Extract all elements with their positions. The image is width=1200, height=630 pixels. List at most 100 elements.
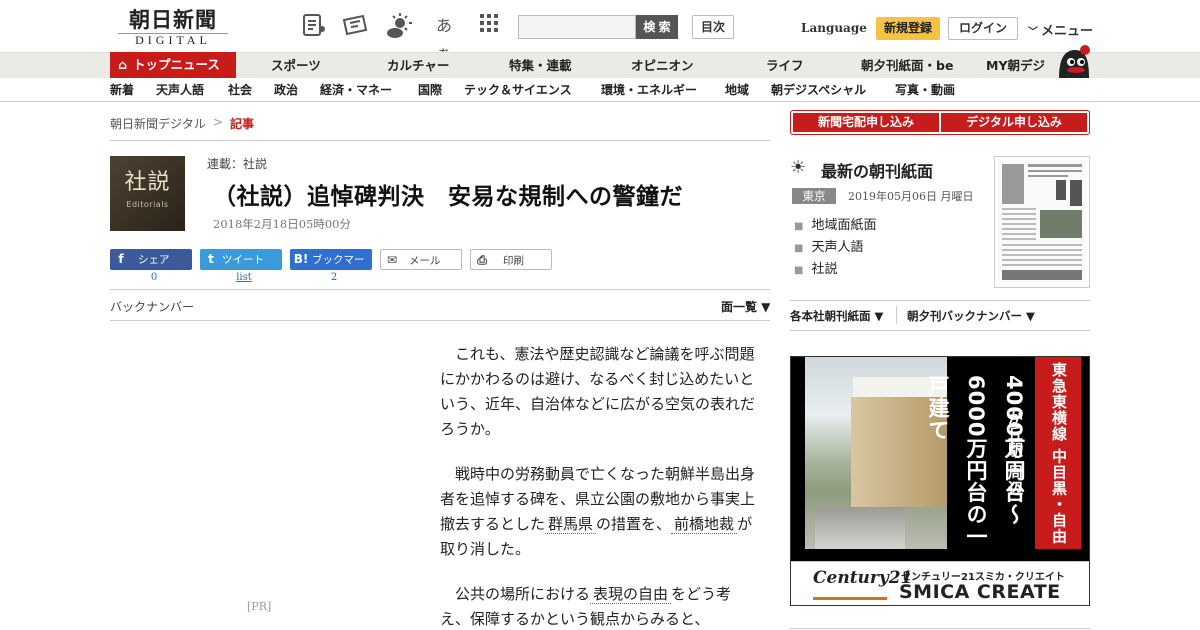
sidebar-link-tensei[interactable]: ■ 天声人語 [794, 236, 863, 255]
search-input[interactable] [518, 15, 636, 39]
menu-button[interactable]: ﹀ メニュー [1028, 20, 1093, 39]
article-headline: （社説）追悼碑判決 安易な規制への警鐘だ [213, 184, 683, 210]
latest-paper-title: 最新の朝刊紙面 [821, 162, 934, 181]
article-date: 2018年2月18日05時00分 [213, 217, 351, 231]
search-button[interactable]: 検 索 [636, 15, 678, 39]
print-label: 印刷 [503, 255, 524, 267]
sidebar-link-editorial[interactable]: ■ 社説 [794, 258, 837, 277]
font-size-icon[interactable]: あぁ [430, 12, 458, 63]
century21-underline [813, 597, 887, 600]
breadcrumb-current: 記事 [230, 117, 255, 131]
advertisement-banner[interactable]: 4000万円台～6000万円台の一戸建て 東急東横線 中目黒・自由が丘駅 周辺 … [790, 356, 1090, 606]
bullet-icon: ■ [794, 243, 804, 254]
apps-grid-icon[interactable] [475, 12, 503, 40]
newspaper-icon[interactable] [300, 12, 328, 40]
mail-icon: ✉ [386, 253, 398, 267]
facebook-share-count: 0 [150, 272, 158, 283]
bullet-icon: ■ [794, 221, 804, 232]
digital-subscribe-button[interactable]: デジタル申し込み [941, 113, 1087, 132]
subnav-politics[interactable]: 政治 [274, 78, 298, 102]
paper-subscribe-button[interactable]: 新聞宅配申し込み [793, 113, 939, 132]
nav-top-news[interactable]: ⌂ トップニュース [110, 52, 236, 78]
print-button[interactable]: ⎙ 印刷 [470, 249, 552, 270]
article-paragraph: 公共の場所における 表現の自由 をどう考え、保障するかという観点からみると、 [440, 582, 760, 630]
subnav-special[interactable]: 朝デジスペシャル [771, 78, 866, 102]
nav-top-news-label: トップニュース [132, 57, 220, 72]
editorial-thumbnail-en: Editorials [126, 200, 169, 209]
divider [790, 628, 1090, 629]
article-body: これも、憲法や歴史認識など論議を呼ぶ問題にかかわるのは避け、なるべく封じ込めたい… [440, 342, 760, 630]
pr-label: [PR] [247, 600, 272, 613]
bullet-icon: ■ [794, 265, 804, 276]
mail-share-label: メール [409, 255, 441, 267]
paragraph-text: の措置を、 [596, 515, 672, 533]
nav-paper-be[interactable]: 朝夕刊紙面・be [861, 53, 953, 78]
divider [790, 330, 1090, 331]
nav-sports[interactable]: スポーツ [271, 53, 321, 78]
editorial-thumbnail: 社説 Editorials [110, 156, 185, 231]
subnav-tensei[interactable]: 天声人語 [156, 78, 204, 102]
register-button[interactable]: 新規登録 [876, 17, 940, 40]
series-label[interactable]: 連載：社説 [207, 155, 267, 172]
breadcrumb-home[interactable]: 朝日新聞デジタル [110, 115, 206, 132]
twitter-list-link[interactable]: list [203, 272, 285, 283]
printer-icon: ⎙ [477, 253, 487, 267]
subnav-tech[interactable]: テック＆サイエンス [464, 78, 572, 102]
subnav-latest[interactable]: 新着 [110, 78, 134, 102]
regional-editions-dropdown[interactable]: 各本社朝刊紙面 ▼ [790, 308, 883, 324]
ad-location-band: 東急東横線 中目黒・自由が丘駅 周辺 [1006, 357, 1081, 549]
site-logo[interactable]: 朝日新聞 DIGITAL [118, 8, 228, 48]
ad-brand-footer: Century21 センチュリー21スミカ・クリエイト SMICA CREATE [791, 561, 1089, 605]
keyword-link-gunma[interactable]: 群馬県 [545, 515, 597, 534]
mail-share-button[interactable]: ✉ メール [380, 249, 462, 270]
twitter-icon: t [208, 252, 214, 266]
home-icon: ⌂ [118, 57, 127, 72]
backnumber-link[interactable]: バックナンバー [110, 298, 194, 315]
subnav-international[interactable]: 国際 [418, 78, 442, 102]
paragraph-text: 公共の場所における [455, 585, 591, 603]
sidebar-link-regional[interactable]: ■ 地域面紙面 [794, 214, 876, 233]
subnav-photo-video[interactable]: 写真・動画 [895, 78, 955, 102]
ad-brand-name: SMICA CREATE [899, 581, 1061, 603]
twitter-share-label: ツイート [222, 254, 264, 266]
keyword-link-freedom-of-expression[interactable]: 表現の自由 [590, 585, 672, 604]
ticket-icon[interactable] [341, 12, 369, 40]
index-button[interactable]: 目次 [692, 15, 734, 39]
subnav-society[interactable]: 社会 [228, 78, 252, 102]
region-badge: 東京 [792, 188, 836, 204]
hatena-bookmark-button[interactable]: B! ブックマーク [290, 249, 372, 287]
divider [896, 306, 897, 324]
page-list-dropdown[interactable]: 面一覧 ▼ [721, 298, 770, 315]
login-button[interactable]: ログイン [948, 17, 1018, 40]
divider [110, 320, 770, 321]
divider [110, 140, 770, 141]
sidebar-link-label: 天声人語 [811, 240, 864, 255]
subnav-economy[interactable]: 経済・マネー [320, 78, 392, 102]
twitter-share-button[interactable]: t ツイート [200, 249, 282, 270]
paper-backnumber-dropdown[interactable]: 朝夕刊バックナンバー ▼ [907, 308, 1035, 324]
nav-features[interactable]: 特集・連載 [509, 53, 572, 78]
nav-opinion[interactable]: オピニオン [631, 53, 694, 78]
newspaper-thumbnail[interactable] [994, 156, 1090, 288]
nav-my-asadigi[interactable]: MY朝デジ [986, 53, 1045, 78]
century21-logo: Century21 [813, 568, 913, 588]
article-paragraph: これも、憲法や歴史認識など論議を呼ぶ問題にかかわるのは避け、なるべく封じ込めたい… [440, 342, 760, 442]
divider [790, 300, 1090, 301]
logo-text-ja: 朝日新聞 [129, 7, 217, 32]
article-paragraph: 戦時中の労務動員で亡くなった朝鮮半島出身者を追悼する碑を、県立公園の敷地から事実… [440, 462, 760, 562]
sidebar-link-label: 地域面紙面 [811, 218, 877, 233]
weather-icon[interactable] [385, 12, 413, 40]
menu-label: メニュー [1041, 24, 1094, 39]
paragraph-text: これも、憲法や歴史認識など論議を呼ぶ問題にかかわるのは避け、なるべく封じ込めたい… [440, 345, 756, 438]
nav-culture[interactable]: カルチャー [387, 53, 449, 78]
keyword-link-maebashi-court[interactable]: 前橋地裁 [671, 515, 738, 534]
facebook-share-button[interactable]: f シェア [110, 249, 192, 270]
language-link[interactable]: Language [801, 21, 867, 35]
subnav-environment[interactable]: 環境・エネルギー [601, 78, 697, 102]
subnav-region[interactable]: 地域 [725, 78, 749, 102]
logo-text-en: DIGITAL [118, 33, 228, 47]
facebook-icon: f [118, 252, 124, 266]
subscribe-box: 新聞宅配申し込み デジタル申し込み [790, 110, 1090, 135]
paper-date: 2019年05月06日 月曜日 [848, 190, 974, 203]
nav-life[interactable]: ライフ [766, 53, 804, 78]
